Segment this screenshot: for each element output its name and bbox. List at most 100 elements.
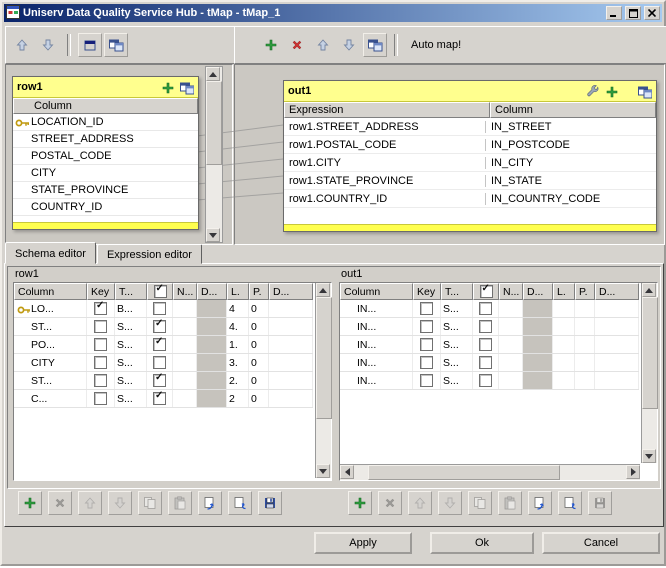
- export-schema-button[interactable]: [558, 491, 582, 515]
- schema-row[interactable]: ST... S... 4. 0: [14, 318, 313, 336]
- right-schema-horizontal-scrollbar[interactable]: [340, 464, 640, 480]
- cell-nullable[interactable]: [473, 318, 499, 335]
- cell-key[interactable]: [87, 300, 115, 317]
- cell-type[interactable]: S...: [441, 336, 473, 353]
- scrollbar-track[interactable]: [206, 81, 222, 228]
- cell-n[interactable]: [499, 318, 523, 335]
- cell-nullable[interactable]: [147, 318, 173, 335]
- key-checkbox[interactable]: [420, 338, 433, 351]
- expression-cell[interactable]: row1.CITY: [284, 157, 486, 169]
- nullable-checkbox[interactable]: [479, 356, 492, 369]
- move-down-button[interactable]: [438, 491, 462, 515]
- scroll-up-button[interactable]: [206, 67, 220, 81]
- cell-length[interactable]: [553, 372, 575, 389]
- move-up-button[interactable]: [10, 33, 34, 57]
- scroll-down-button[interactable]: [316, 464, 330, 478]
- cell-precision[interactable]: [575, 372, 595, 389]
- cell-default[interactable]: [269, 354, 313, 371]
- cell-key[interactable]: [413, 354, 441, 371]
- cell-column[interactable]: CITY: [14, 354, 87, 371]
- open-window-icon[interactable]: [178, 79, 194, 95]
- header-nullable-checkbox[interactable]: [147, 283, 173, 300]
- cell-default[interactable]: [269, 390, 313, 407]
- cell-nullable[interactable]: [473, 336, 499, 353]
- schema-row[interactable]: CITY S... 3. 0: [14, 354, 313, 372]
- cell-nullable[interactable]: [147, 390, 173, 407]
- paste-button[interactable]: [498, 491, 522, 515]
- nullable-checkbox[interactable]: [153, 302, 166, 315]
- nullable-all-checkbox[interactable]: [154, 285, 167, 298]
- cell-column[interactable]: LO...: [14, 300, 87, 317]
- ok-button[interactable]: Ok: [430, 532, 534, 554]
- input-row[interactable]: COUNTRY_ID: [13, 199, 198, 216]
- cell-type[interactable]: S...: [441, 318, 473, 335]
- output-row[interactable]: row1.STREET_ADDRESS IN_STREET: [284, 118, 656, 136]
- schema-row[interactable]: ST... S... 2. 0: [14, 372, 313, 390]
- output-row[interactable]: row1.POSTAL_CODE IN_POSTCODE: [284, 136, 656, 154]
- open-window-button[interactable]: [104, 33, 128, 57]
- cell-type[interactable]: S...: [441, 300, 473, 317]
- output-row[interactable]: row1.STATE_PROVINCE IN_STATE: [284, 172, 656, 190]
- expression-cell[interactable]: row1.POSTAL_CODE: [284, 139, 486, 151]
- remove-column-button[interactable]: [378, 491, 402, 515]
- add-column-button[interactable]: [18, 491, 42, 515]
- cell-column[interactable]: IN...: [340, 372, 413, 389]
- expression-cell[interactable]: row1.STATE_PROVINCE: [284, 175, 486, 187]
- move-up-button[interactable]: [311, 33, 335, 57]
- nullable-checkbox[interactable]: [479, 374, 492, 387]
- output-row[interactable]: row1.COUNTRY_ID IN_COUNTRY_CODE: [284, 190, 656, 208]
- key-checkbox[interactable]: [94, 302, 107, 315]
- cell-default[interactable]: [595, 318, 639, 335]
- cell-column[interactable]: ST...: [14, 372, 87, 389]
- save-schema-button[interactable]: [588, 491, 612, 515]
- cell-nullable[interactable]: [147, 372, 173, 389]
- nullable-all-checkbox[interactable]: [480, 285, 493, 298]
- key-checkbox[interactable]: [94, 356, 107, 369]
- scrollbar-track[interactable]: [316, 297, 331, 464]
- cell-precision[interactable]: 0: [249, 300, 269, 317]
- copy-button[interactable]: [468, 491, 492, 515]
- cell-length[interactable]: 4.: [227, 318, 249, 335]
- cell-default[interactable]: [269, 300, 313, 317]
- schema-row[interactable]: IN... S...: [340, 372, 639, 390]
- cell-precision[interactable]: [575, 318, 595, 335]
- cell-precision[interactable]: 0: [249, 354, 269, 371]
- scroll-left-button[interactable]: [340, 465, 354, 479]
- cell-nullable[interactable]: [473, 300, 499, 317]
- cell-length[interactable]: 2: [227, 390, 249, 407]
- scroll-up-button[interactable]: [642, 283, 656, 297]
- cell-column[interactable]: PO...: [14, 336, 87, 353]
- schema-row[interactable]: IN... S...: [340, 354, 639, 372]
- cell-key[interactable]: [87, 336, 115, 353]
- move-up-button[interactable]: [78, 491, 102, 515]
- cell-nullable[interactable]: [147, 300, 173, 317]
- cell-precision[interactable]: 0: [249, 318, 269, 335]
- nullable-checkbox[interactable]: [153, 356, 166, 369]
- output-row[interactable]: row1.CITY IN_CITY: [284, 154, 656, 172]
- cell-precision[interactable]: [575, 300, 595, 317]
- cell-default[interactable]: [595, 372, 639, 389]
- plus-icon[interactable]: [159, 79, 175, 95]
- wrench-icon[interactable]: [584, 83, 600, 99]
- left-schema-vertical-scrollbar[interactable]: [315, 283, 331, 478]
- cell-key[interactable]: [87, 372, 115, 389]
- move-down-button[interactable]: [108, 491, 132, 515]
- right-schema-vertical-scrollbar[interactable]: [641, 283, 657, 463]
- cell-type[interactable]: S...: [441, 372, 473, 389]
- tab-expression-editor[interactable]: Expression editor: [97, 244, 202, 264]
- nullable-checkbox[interactable]: [479, 302, 492, 315]
- scrollbar-thumb[interactable]: [368, 465, 560, 480]
- maximize-button[interactable]: [625, 6, 641, 20]
- cell-column[interactable]: IN...: [340, 318, 413, 335]
- cell-length[interactable]: 2.: [227, 372, 249, 389]
- nullable-checkbox[interactable]: [479, 320, 492, 333]
- header-nullable-checkbox[interactable]: [473, 283, 499, 300]
- input-row[interactable]: LOCATION_ID: [13, 114, 198, 131]
- cell-n[interactable]: [173, 354, 197, 371]
- scroll-right-button[interactable]: [626, 465, 640, 479]
- cell-column[interactable]: C...: [14, 390, 87, 407]
- move-up-button[interactable]: [408, 491, 432, 515]
- cell-column[interactable]: IN...: [340, 354, 413, 371]
- paste-button[interactable]: [168, 491, 192, 515]
- expression-cell[interactable]: row1.STREET_ADDRESS: [284, 121, 486, 133]
